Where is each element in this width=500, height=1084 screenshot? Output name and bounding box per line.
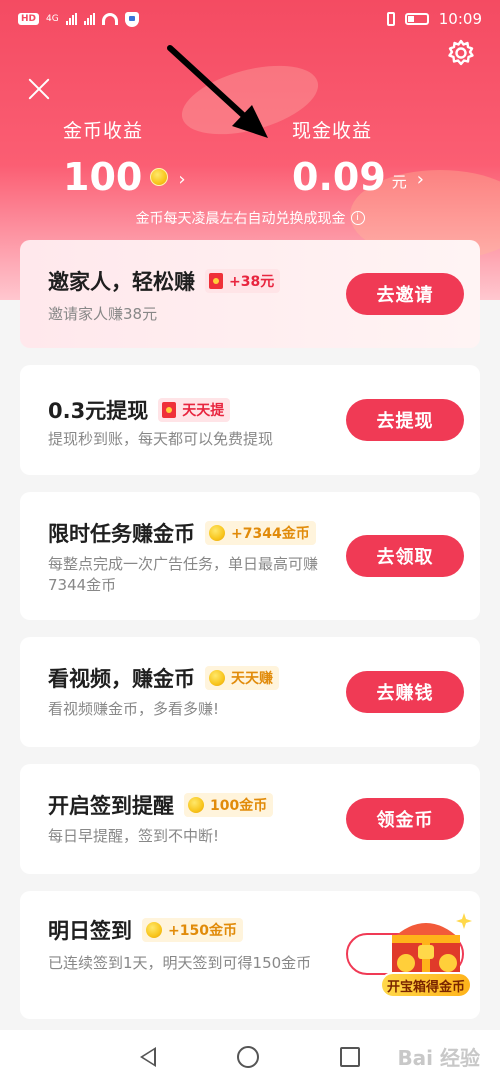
reward-tag-label: 天天赚	[231, 671, 273, 687]
home-icon[interactable]	[236, 1046, 259, 1068]
card-desc: 邀请家人赚38元	[48, 305, 158, 323]
reward-tag-label: 天天提	[182, 403, 225, 419]
reward-tag-label: +7344金币	[231, 526, 310, 542]
watermark: Bai 经验	[397, 1046, 480, 1070]
coin-icon	[188, 797, 204, 813]
recent-apps-icon[interactable]	[339, 1047, 360, 1067]
timed-task-card: 限时任务赚金币 +7344金币 每整点完成一次广告任务，单日最高可赚7344金币…	[20, 492, 480, 620]
card-title: 0.3元提现	[48, 399, 149, 423]
watch-video-card: 看视频，赚金币 天天赚 看视频赚金币，多看多赚! 去赚钱	[20, 637, 480, 747]
annotation-arrow-icon	[167, 45, 268, 138]
card-desc: 已连续签到1天，明天签到可得150金币	[48, 954, 312, 972]
reward-tag: 天天赚	[205, 666, 279, 690]
coin-icon	[209, 670, 225, 686]
reward-tag: 100金币	[184, 793, 274, 817]
signin-reminder-card: 开启签到提醒 100金币 每日早提醒，签到不中断! 领金币	[20, 764, 480, 874]
card-title: 明日签到	[48, 919, 132, 943]
back-icon[interactable]	[140, 1047, 157, 1067]
card-desc: 每整点完成一次广告任务，单日最高可赚7344金币	[48, 555, 319, 594]
reward-tag: +150金币	[142, 918, 243, 942]
card-title: 看视频，赚金币	[48, 667, 195, 691]
withdraw-button[interactable]: 去提现	[346, 399, 464, 441]
reward-tag-label: 100金币	[210, 798, 268, 814]
card-title: 开启签到提醒	[48, 794, 174, 818]
card-desc: 每日早提醒，签到不中断!	[48, 827, 220, 845]
coin-icon	[146, 922, 162, 938]
earn-money-button[interactable]: 去赚钱	[346, 671, 464, 713]
reward-tag-label: +150金币	[168, 923, 237, 939]
get-coins-button[interactable]: 领金币	[346, 798, 464, 840]
reward-tag: +7344金币	[205, 521, 316, 545]
card-desc: 提现秒到账，每天都可以免费提现	[48, 430, 274, 448]
card-title: 限时任务赚金币	[48, 522, 195, 546]
card-desc: 看视频赚金币，多看多赚!	[48, 700, 220, 718]
coin-icon	[209, 525, 225, 541]
red-envelope-icon	[162, 402, 177, 418]
claim-button[interactable]: 去领取	[346, 535, 464, 577]
withdraw-card: 0.3元提现 天天提 提现秒到账，每天都可以免费提现 去提现	[20, 365, 480, 475]
reward-tag: 天天提	[158, 398, 231, 422]
open-chest-button[interactable]: 开宝箱得金币	[380, 972, 472, 998]
